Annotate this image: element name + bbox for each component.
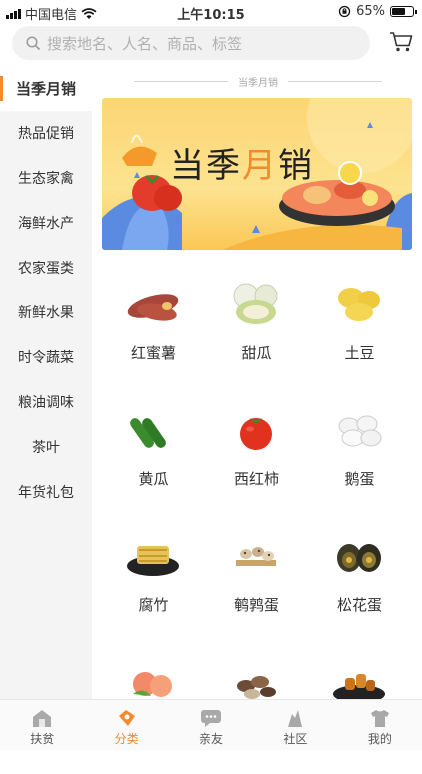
tab-label: 社区 [283,732,308,746]
tomato-icon [240,418,272,450]
tab-friends[interactable]: 亲友 [169,700,253,750]
tab-label: 我的 [367,732,392,746]
sidebar-item-vegetables[interactable]: 时令蔬菜 [0,335,92,380]
product-name: 土豆 [344,344,375,362]
category-icon [118,710,135,726]
sidebar-item-seasonal[interactable]: 当季月销 [0,66,92,111]
house-icon [33,710,52,727]
sidebar-item-tea[interactable]: 茶叶 [0,424,92,469]
sidebar-item-gift-pack[interactable]: 年货礼包 [0,469,92,514]
sidebar-item-poultry[interactable]: 生态家禽 [0,156,92,201]
quail-egg-icon [236,547,276,566]
product-item[interactable]: 黄瓜 [102,396,205,522]
sidebar-item-label: 粮油调味 [18,394,74,411]
section-divider: 当季月销 [134,72,382,90]
century-egg-icon [337,544,381,572]
goose-egg-icon [338,415,382,447]
sidebar-item-fruit[interactable]: 新鲜水果 [0,290,92,335]
chat-icon [201,710,222,727]
cart-icon[interactable] [389,31,413,53]
orientation-lock-icon [338,5,351,18]
product-item[interactable]: 土豆 [308,270,411,396]
product-name: 红蜜薯 [130,344,176,362]
sidebar-item-label: 当季月销 [15,79,76,98]
product-name: 西红柿 [233,470,279,488]
community-icon [288,710,303,727]
sidebar-item-label: 新鲜水果 [18,305,74,322]
sidebar-item-label: 时令蔬菜 [18,350,74,367]
sidebar-item-label: 年货礼包 [18,484,74,501]
tab-label: 扶贫 [30,732,55,746]
product-name: 鹅蛋 [344,470,375,488]
search-input[interactable]: 搜索地名、人名、商品、标签 [47,33,242,54]
melon-icon [233,283,278,324]
tab-label: 分类 [114,732,139,746]
sweet-potato-icon [127,294,179,321]
product-name: 甜瓜 [241,344,272,362]
tab-label: 亲友 [199,732,224,746]
status-bar: 中国电信 上午10:15 65% [0,0,422,23]
tab-mine[interactable]: 我的 [338,700,422,750]
cucumber-icon [130,418,166,448]
product-name: 鹌鹑蛋 [233,596,279,614]
product-name: 腐竹 [138,596,169,614]
sidebar-item-label: 海鲜水产 [18,215,74,232]
potato-icon [338,288,380,321]
search-icon [26,35,41,50]
sidebar-item-eggs[interactable]: 农家蛋类 [0,245,92,290]
tofu-skin-icon [127,546,179,576]
product-item[interactable]: 鹌鹑蛋 [205,522,308,648]
tab-bar: 扶贫 分类 亲友 社区 我的 [0,699,422,750]
tab-poverty-aid[interactable]: 扶贫 [0,700,84,750]
tab-category[interactable]: 分类 [84,700,168,750]
product-item[interactable]: 鹅蛋 [308,396,411,522]
sidebar-item-seafood[interactable]: 海鲜水产 [0,200,92,245]
tab-community[interactable]: 社区 [253,700,337,750]
section-title: 当季月销 [238,77,278,89]
sidebar-item-label: 茶叶 [32,439,60,456]
product-name: 黄瓜 [138,470,169,488]
battery-icon [390,6,417,17]
product-item[interactable]: 甜瓜 [205,270,308,396]
product-item[interactable]: 西红柿 [205,396,308,522]
product-item[interactable]: 松花蛋 [308,522,411,648]
profile-icon [370,710,389,727]
search-bar[interactable]: 搜索地名、人名、商品、标签 [12,26,370,60]
sidebar-item-grain-oil[interactable]: 粮油调味 [0,380,92,425]
sidebar-item-label: 农家蛋类 [18,260,74,277]
product-name: 松花蛋 [336,596,382,614]
sidebar-item-hot-promo[interactable]: 热品促销 [0,111,92,156]
product-item[interactable]: 红蜜薯 [102,270,205,396]
promo-banner[interactable]: 当季月销 [102,98,412,250]
battery-percent: 65% [356,4,385,19]
category-sidebar: 当季月销 热品促销 生态家禽 海鲜水产 农家蛋类 新鲜水果 时令蔬菜 粮油调味 … [0,66,92,699]
sidebar-item-label: 生态家禽 [18,170,74,187]
product-item[interactable]: 腐竹 [102,522,205,648]
banner-title: 当季月销 [170,146,314,186]
sidebar-item-label: 热品促销 [18,126,74,143]
